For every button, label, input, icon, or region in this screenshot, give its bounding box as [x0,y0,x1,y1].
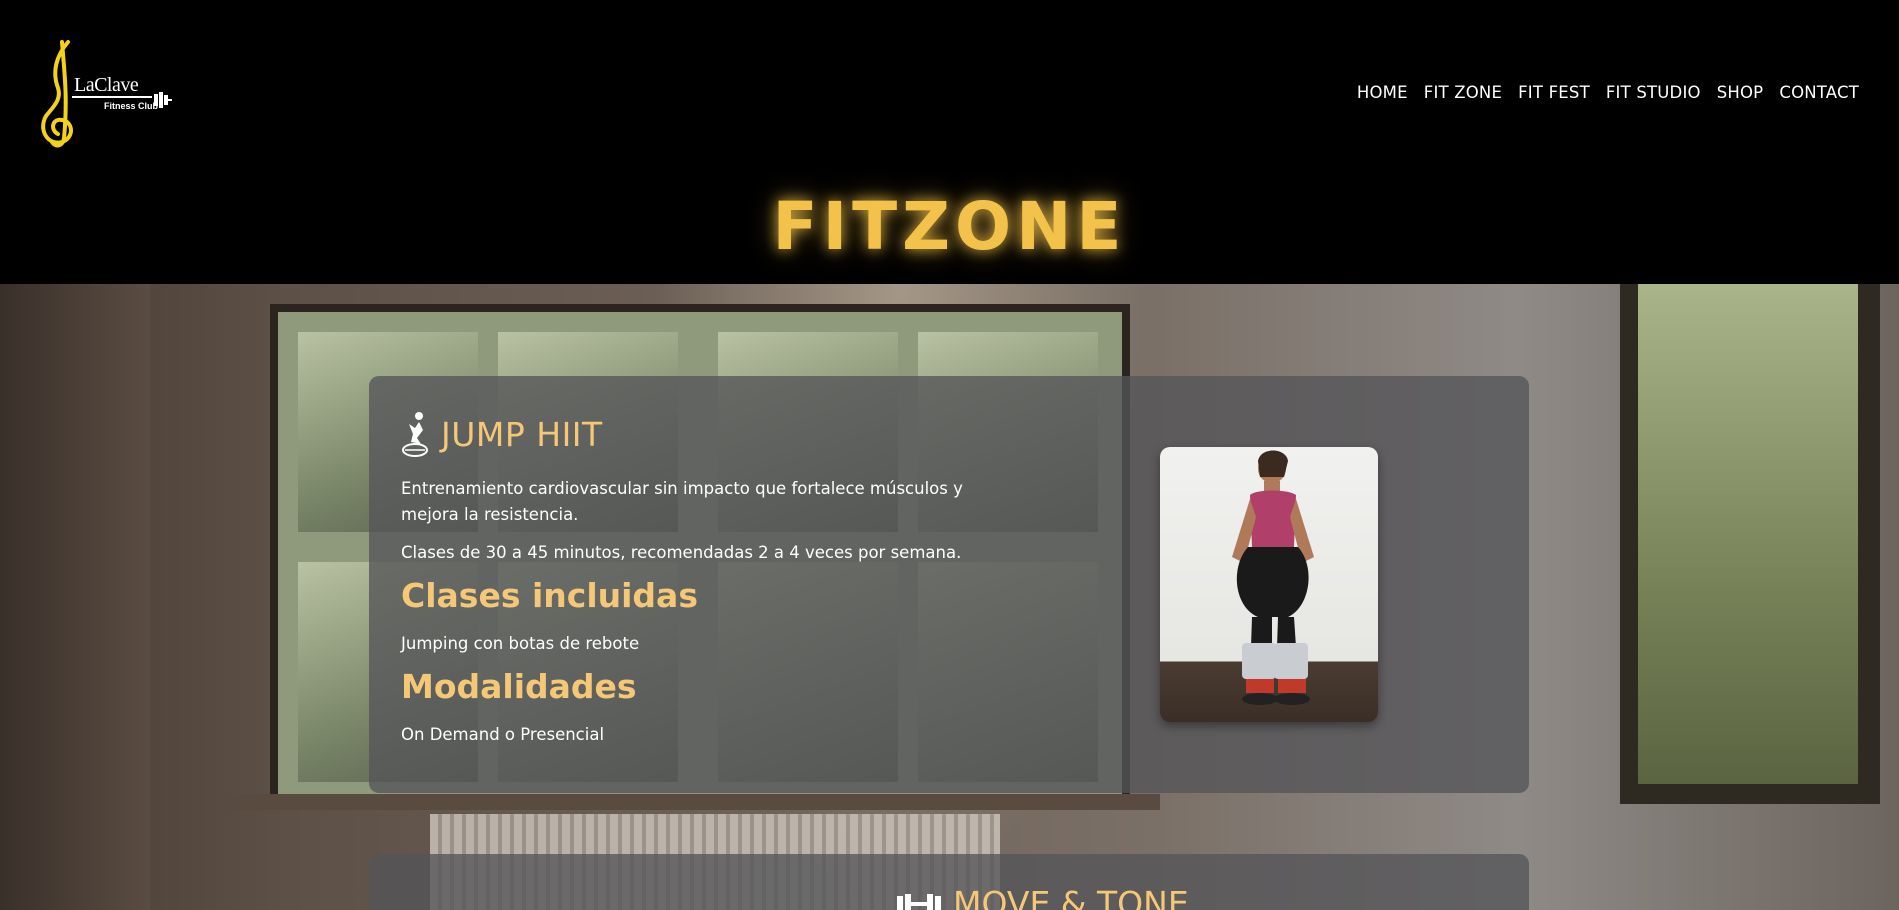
modes-heading: Modalidades [401,667,637,706]
class-card-move-tone: MOVE & TONE [369,854,1529,910]
card-heading: JUMP HIIT [401,410,603,458]
nav-shop[interactable]: SHOP [1717,83,1764,102]
class-card-jump-hiit: JUMP HIIT Entrenamiento cardiovascular s… [369,376,1529,793]
card-title: JUMP HIIT [441,414,603,454]
nav-fit-fest[interactable]: FIT FEST [1518,83,1590,102]
site-logo[interactable]: LaClave Fitness Club [38,38,174,150]
site-header: LaClave Fitness Club HOME FIT ZONE FIT F… [0,0,1899,284]
card-title: MOVE & TONE [953,884,1189,910]
instructor-photo [1160,447,1378,722]
card-schedule: Clases de 30 a 45 minutos, recomendadas … [401,543,962,562]
nav-home[interactable]: HOME [1357,83,1408,102]
nav-contact[interactable]: CONTACT [1779,83,1859,102]
background-wall [0,284,150,910]
window-sill [230,794,1160,810]
card-description: Entrenamiento cardiovascular sin impacto… [401,479,963,524]
jumping-person-icon [402,412,428,457]
main-nav: HOME FIT ZONE FIT FEST FIT STUDIO SHOP C… [1357,83,1859,102]
classes-heading: Clases incluidas [401,576,698,615]
barbell-icon [154,92,172,108]
logo-brand: LaClave [74,74,139,96]
instructor-figure [1232,450,1314,705]
background-right-window [1620,284,1880,804]
dumbbell-icon [897,893,941,910]
logo-subtitle: Fitness Club [104,101,159,111]
nav-fit-zone[interactable]: FIT ZONE [1424,83,1502,102]
modes-text: On Demand o Presencial [401,725,605,744]
classes-text: Jumping con botas de rebote [401,634,640,653]
page-title: FITZONE [772,188,1127,265]
card-heading: MOVE & TONE [895,884,1189,910]
nav-fit-studio[interactable]: FIT STUDIO [1606,83,1701,102]
